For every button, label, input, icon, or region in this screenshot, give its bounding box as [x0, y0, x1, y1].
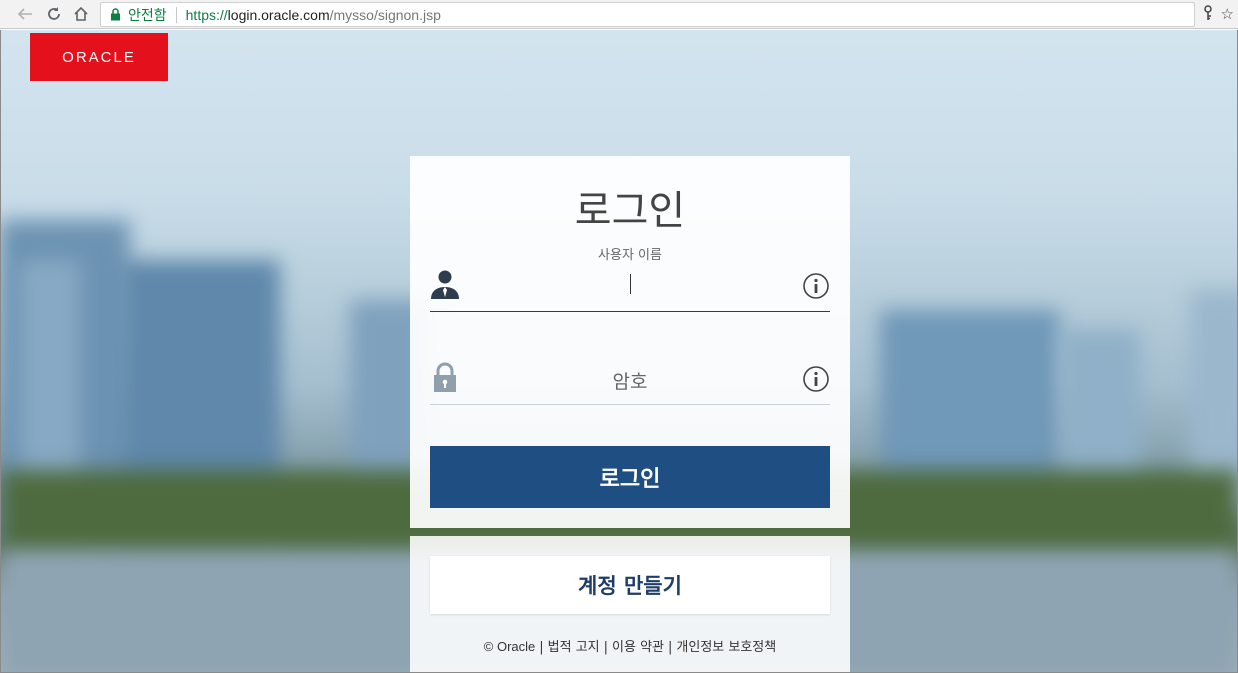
oracle-logo-text: ORACLE — [62, 48, 136, 66]
password-field[interactable]: 암호 — [430, 359, 830, 405]
oracle-logo[interactable]: ORACLE — [30, 33, 168, 81]
username-info-icon[interactable] — [802, 272, 830, 300]
login-card: 로그인 사용자 이름 암호 로그인 — [410, 156, 850, 528]
login-title: 로그인 — [574, 188, 686, 234]
account-card: 계정 만들기 © Oracle | 법적 고지 | 이용 약관 | 개인정보 보호정책 — [410, 536, 850, 673]
user-icon — [430, 268, 460, 300]
text-caret — [630, 274, 631, 294]
bookmark-star-icon[interactable]: ☆ — [1221, 5, 1234, 25]
home-icon[interactable] — [70, 3, 92, 25]
create-account-button[interactable]: 계정 만들기 — [430, 556, 830, 614]
secure-lock-icon — [110, 8, 122, 22]
back-arrow-icon[interactable] — [14, 3, 36, 25]
toolbar-right-icons: ☆ — [1203, 5, 1234, 25]
footer-terms-link[interactable]: 이용 약관 — [612, 640, 664, 655]
url-path: /mysso/signon.jsp — [329, 6, 441, 23]
username-field[interactable] — [430, 266, 830, 312]
footer-divider: | — [539, 640, 544, 655]
footer-legal-link[interactable]: 법적 고지 — [548, 640, 600, 655]
footer-copyright: © Oracle — [483, 639, 536, 654]
login-button[interactable]: 로그인 — [430, 446, 830, 508]
footer-divider: | — [668, 640, 673, 655]
footer-links: © Oracle | 법적 고지 | 이용 약관 | 개인정보 보호정책 — [410, 636, 850, 655]
address-bar[interactable]: 안전함 https://login.oracle.com/mysso/signo… — [100, 2, 1195, 27]
url-host: login.oracle.com — [227, 6, 330, 23]
username-label: 사용자 이름 — [598, 248, 662, 263]
password-info-icon[interactable] — [802, 365, 830, 393]
url-scheme: https:// — [185, 6, 228, 23]
secure-label: 안전함 — [128, 6, 167, 23]
footer-divider: | — [603, 640, 609, 655]
password-placeholder: 암호 — [612, 371, 648, 393]
reload-icon[interactable] — [43, 3, 65, 25]
key-icon[interactable] — [1203, 5, 1213, 25]
address-divider — [175, 6, 177, 23]
footer-privacy-link[interactable]: 개인정보 보호정책 — [676, 640, 776, 655]
browser-toolbar: 안전함 https://login.oracle.com/mysso/signo… — [0, 0, 1238, 29]
